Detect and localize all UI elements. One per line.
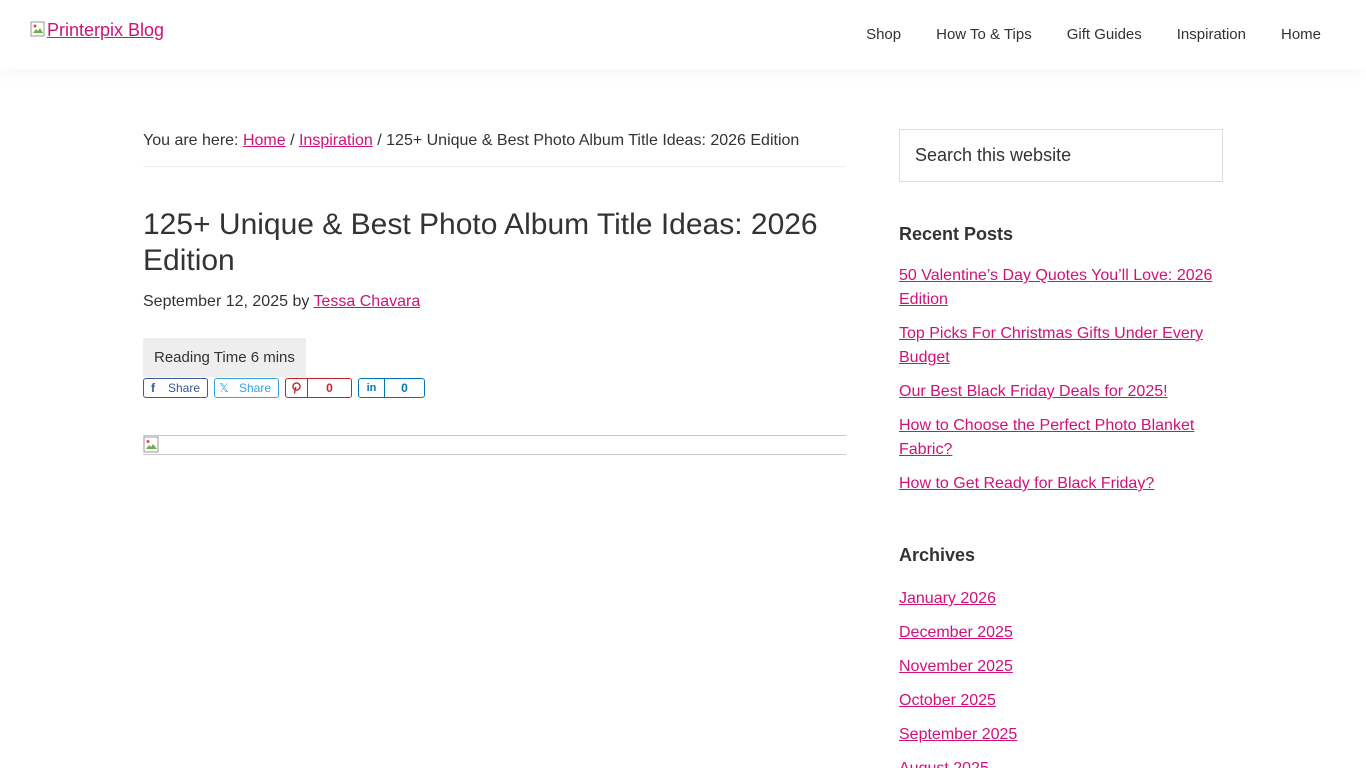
list-item: How to Choose the Perfect Photo Blanket … [899,414,1223,462]
archives-list: January 2026 December 2025 November 2025… [899,587,1223,768]
linkedin-icon: in [359,379,385,397]
list-item: Top Picks For Christmas Gifts Under Ever… [899,322,1223,370]
archives-title: Archives [899,545,976,565]
breadcrumb-prefix: You are here: [143,132,243,149]
archive-link[interactable]: January 2026 [899,590,996,607]
breadcrumb-home[interactable]: Home [243,132,286,149]
nav-shop[interactable]: Shop [866,26,901,43]
facebook-share-button[interactable]: f Share [143,378,208,398]
list-item: August 2025 [899,757,1223,768]
breadcrumb-separator: / [372,132,387,149]
archive-link[interactable]: August 2025 [899,760,989,768]
archives-widget: Archives January 2026 December 2025 Nove… [899,543,1223,768]
list-item: How to Get Ready for Black Friday? [899,472,1223,496]
list-item: September 2025 [899,723,1223,747]
archive-link[interactable]: October 2025 [899,692,996,709]
archive-link[interactable]: September 2025 [899,726,1017,743]
pinterest-share-button[interactable]: 0 [285,378,352,398]
featured-image [143,435,846,455]
breadcrumb-separator: / [285,132,299,149]
recent-post-link[interactable]: How to Choose the Perfect Photo Blanket … [899,417,1194,458]
nav-how-to-tips[interactable]: How To & Tips [936,26,1032,43]
sidebar: Search this website Recent Posts 50 Vale… [899,129,1223,768]
recent-posts-list: 50 Valentine’s Day Quotes You’ll Love: 2… [899,264,1223,496]
main-content: You are here: Home / Inspiration / 125+ … [143,130,846,455]
post-by: by [288,293,314,310]
recent-post-link[interactable]: How to Get Ready for Black Friday? [899,475,1154,492]
list-item: January 2026 [899,587,1223,611]
facebook-share-label: Share [167,381,200,395]
logo-alt-text[interactable]: Printerpix Blog [47,20,164,41]
post-meta: September 12, 2025 by Tessa Chavara [143,292,846,312]
reading-time-badge: Reading Time 6 mins [143,338,306,377]
x-share-label: Share [238,381,271,395]
post-author-link[interactable]: Tessa Chavara [314,293,421,310]
recent-posts-title: Recent Posts [899,224,1014,244]
breadcrumb-current: 125+ Unique & Best Photo Album Title Ide… [386,132,800,149]
recent-post-link[interactable]: 50 Valentine’s Day Quotes You’ll Love: 2… [899,267,1212,308]
site-logo-link[interactable]: Printerpix Blog [30,20,164,41]
x-icon: 𝕏 [219,381,229,395]
nav-inspiration[interactable]: Inspiration [1177,26,1246,43]
search-input[interactable]: Search this website [899,129,1223,182]
post-title: 125+ Unique & Best Photo Album Title Ide… [143,208,818,277]
site-header: Printerpix Blog Shop How To & Tips Gift … [0,0,1366,69]
list-item: November 2025 [899,655,1223,679]
recent-posts-widget: Recent Posts 50 Valentine’s Day Quotes Y… [899,222,1223,496]
share-buttons: f Share 𝕏 Share 0 in 0 [143,378,846,398]
pinterest-count: 0 [326,381,333,395]
list-item: October 2025 [899,689,1223,713]
archive-link[interactable]: November 2025 [899,658,1013,675]
recent-post-link[interactable]: Our Best Black Friday Deals for 2025! [899,383,1168,400]
broken-image-icon [143,436,159,453]
post-date: September 12, 2025 [143,293,288,310]
pinterest-icon [286,379,308,397]
nav-gift-guides[interactable]: Gift Guides [1067,26,1142,43]
x-share-button[interactable]: 𝕏 Share [214,378,279,398]
linkedin-share-button[interactable]: in 0 [358,378,425,398]
nav-home[interactable]: Home [1281,26,1321,43]
facebook-icon: f [150,381,155,395]
list-item: 50 Valentine’s Day Quotes You’ll Love: 2… [899,264,1223,312]
broken-image-icon [30,21,45,36]
main-nav: Shop How To & Tips Gift Guides Inspirati… [831,26,1321,43]
breadcrumb: You are here: Home / Inspiration / 125+ … [143,130,846,167]
linkedin-count: 0 [401,381,408,395]
list-item: Our Best Black Friday Deals for 2025! [899,380,1223,404]
list-item: December 2025 [899,621,1223,645]
breadcrumb-inspiration[interactable]: Inspiration [299,132,373,149]
recent-post-link[interactable]: Top Picks For Christmas Gifts Under Ever… [899,325,1203,366]
archive-link[interactable]: December 2025 [899,624,1013,641]
